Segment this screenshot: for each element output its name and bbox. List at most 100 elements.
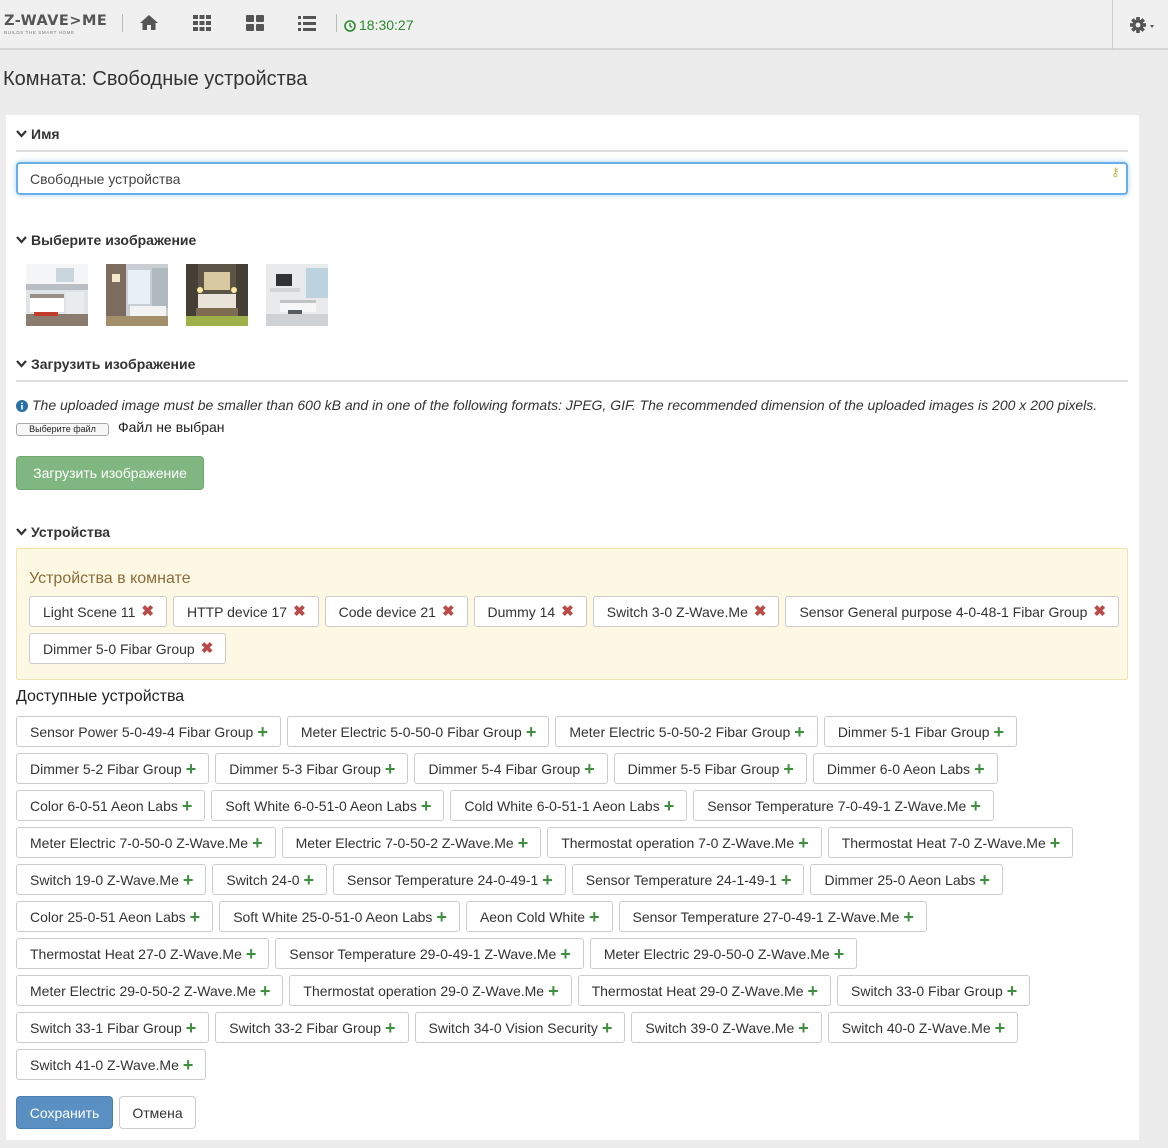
add-icon[interactable]: + xyxy=(182,797,193,815)
gear-icon[interactable] xyxy=(1129,16,1159,39)
room-device-chip[interactable]: Light Scene 11 ✖ xyxy=(29,596,167,627)
available-device-chip[interactable]: Thermostat Heat 29-0 Z-Wave.Me + xyxy=(577,975,831,1006)
add-icon[interactable]: + xyxy=(979,871,990,889)
section-devices-toggle[interactable]: Устройства xyxy=(16,523,110,540)
zwave-me-logo[interactable]: Z-WAVE>ME BUILDS THE SMART HOME xyxy=(4,14,107,36)
remove-icon[interactable]: ✖ xyxy=(442,604,455,619)
add-icon[interactable]: + xyxy=(903,908,914,926)
apps-grid-icon[interactable] xyxy=(192,13,212,33)
available-device-chip[interactable]: Aeon Cold White + xyxy=(465,901,613,932)
room-image-living-room[interactable] xyxy=(266,264,328,326)
available-device-chip[interactable]: Color 6-0-51 Aeon Labs + xyxy=(16,790,206,821)
available-device-chip[interactable]: Dimmer 5-5 Fibar Group + xyxy=(613,753,807,784)
cancel-button[interactable]: Отмена xyxy=(119,1096,196,1129)
section-upload-toggle[interactable]: Загрузить изображение xyxy=(16,355,195,372)
available-device-chip[interactable]: Soft White 6-0-51-0 Aeon Labs + xyxy=(211,790,445,821)
available-device-chip[interactable]: Dimmer 5-1 Fibar Group + xyxy=(823,716,1018,747)
upload-image-button[interactable]: Загрузить изображение xyxy=(16,456,204,490)
add-icon[interactable]: + xyxy=(548,982,559,1000)
remove-icon[interactable]: ✖ xyxy=(201,641,214,656)
home-icon[interactable] xyxy=(139,13,159,33)
add-icon[interactable]: + xyxy=(970,797,981,815)
available-device-chip[interactable]: Switch 24-0 + xyxy=(212,864,328,895)
dashboard-icon[interactable] xyxy=(245,13,265,33)
add-icon[interactable]: + xyxy=(304,871,315,889)
remove-icon[interactable]: ✖ xyxy=(561,604,574,619)
add-icon[interactable]: + xyxy=(798,1019,809,1037)
add-icon[interactable]: + xyxy=(183,1056,194,1074)
add-icon[interactable]: + xyxy=(526,723,537,741)
add-icon[interactable]: + xyxy=(385,760,396,778)
available-device-chip[interactable]: Switch 40-0 Z-Wave.Me + xyxy=(827,1012,1019,1043)
available-device-chip[interactable]: Meter Electric 29-0-50-0 Z-Wave.Me + xyxy=(589,938,858,969)
add-icon[interactable]: + xyxy=(994,723,1005,741)
available-device-chip[interactable]: Switch 33-0 Fibar Group + xyxy=(837,975,1031,1006)
add-icon[interactable]: + xyxy=(995,1019,1006,1037)
room-device-chip[interactable]: Switch 3-0 Z-Wave.Me ✖ xyxy=(592,596,780,627)
available-device-chip[interactable]: Meter Electric 7-0-50-0 Z-Wave.Me + xyxy=(16,827,276,858)
add-icon[interactable]: + xyxy=(560,945,571,963)
available-device-chip[interactable]: Thermostat Heat 27-0 Z-Wave.Me + xyxy=(16,938,270,969)
add-icon[interactable]: + xyxy=(781,871,792,889)
available-device-chip[interactable]: Cold White 6-0-51-1 Aeon Labs + xyxy=(450,790,688,821)
available-device-chip[interactable]: Sensor Power 5-0-49-4 Fibar Group + xyxy=(16,716,281,747)
room-device-chip[interactable]: Code device 21 ✖ xyxy=(324,596,468,627)
add-icon[interactable]: + xyxy=(260,982,271,1000)
add-icon[interactable]: + xyxy=(584,760,595,778)
available-device-chip[interactable]: Switch 33-2 Fibar Group + xyxy=(215,1012,409,1043)
available-device-chip[interactable]: Sensor Temperature 24-1-49-1 + xyxy=(571,864,805,895)
available-device-chip[interactable]: Soft White 25-0-51-0 Aeon Labs + xyxy=(219,901,460,932)
remove-icon[interactable]: ✖ xyxy=(141,604,154,619)
add-icon[interactable]: + xyxy=(436,908,447,926)
add-icon[interactable]: + xyxy=(542,871,553,889)
available-device-chip[interactable]: Meter Electric 7-0-50-2 Z-Wave.Me + xyxy=(281,827,542,858)
available-device-chip[interactable]: Meter Electric 5-0-50-0 Fibar Group + xyxy=(286,716,550,747)
add-icon[interactable]: + xyxy=(589,908,600,926)
available-device-chip[interactable]: Sensor Temperature 7-0-49-1 Z-Wave.Me + xyxy=(693,790,994,821)
add-icon[interactable]: + xyxy=(798,834,809,852)
room-image-kitchen[interactable] xyxy=(26,264,88,326)
available-device-chip[interactable]: Switch 19-0 Z-Wave.Me + xyxy=(16,864,207,895)
available-device-chip[interactable]: Meter Electric 29-0-50-2 Z-Wave.Me + xyxy=(16,975,284,1006)
save-button[interactable]: Сохранить xyxy=(16,1096,113,1129)
add-icon[interactable]: + xyxy=(183,871,194,889)
remove-icon[interactable]: ✖ xyxy=(1093,604,1106,619)
available-device-chip[interactable]: Switch 41-0 Z-Wave.Me + xyxy=(16,1049,207,1080)
room-device-chip[interactable]: Dummy 14 ✖ xyxy=(473,596,587,627)
add-icon[interactable]: + xyxy=(190,908,201,926)
available-device-chip[interactable]: Switch 33-1 Fibar Group + xyxy=(16,1012,210,1043)
available-device-chip[interactable]: Dimmer 5-4 Fibar Group + xyxy=(414,753,608,784)
room-device-chip[interactable]: Dimmer 5-0 Fibar Group ✖ xyxy=(29,633,227,664)
list-icon[interactable] xyxy=(297,13,317,33)
add-icon[interactable]: + xyxy=(186,1019,197,1037)
add-icon[interactable]: + xyxy=(807,982,818,1000)
available-device-chip[interactable]: Sensor Temperature 27-0-49-1 Z-Wave.Me + xyxy=(618,901,927,932)
room-image-bedroom[interactable] xyxy=(186,264,248,326)
available-device-chip[interactable]: Dimmer 25-0 Aeon Labs + xyxy=(810,864,1003,895)
add-icon[interactable]: + xyxy=(1007,982,1018,1000)
room-name-input[interactable] xyxy=(16,162,1128,195)
add-icon[interactable]: + xyxy=(246,945,257,963)
room-device-chip[interactable]: Sensor General purpose 4-0-48-1 Fibar Gr… xyxy=(785,596,1119,627)
remove-icon[interactable]: ✖ xyxy=(293,604,306,619)
available-device-chip[interactable]: Thermostat operation 29-0 Z-Wave.Me + xyxy=(289,975,572,1006)
available-device-chip[interactable]: Dimmer 5-3 Fibar Group + xyxy=(215,753,409,784)
available-device-chip[interactable]: Thermostat operation 7-0 Z-Wave.Me + xyxy=(547,827,822,858)
section-image-toggle[interactable]: Выберите изображение xyxy=(16,231,196,248)
add-icon[interactable]: + xyxy=(186,760,197,778)
add-icon[interactable]: + xyxy=(834,945,845,963)
add-icon[interactable]: + xyxy=(794,723,805,741)
add-icon[interactable]: + xyxy=(664,797,675,815)
available-device-chip[interactable]: Meter Electric 5-0-50-2 Fibar Group + xyxy=(555,716,818,747)
add-icon[interactable]: + xyxy=(602,1019,613,1037)
available-device-chip[interactable]: Sensor Temperature 29-0-49-1 Z-Wave.Me + xyxy=(275,938,584,969)
add-icon[interactable]: + xyxy=(257,723,268,741)
available-device-chip[interactable]: Switch 34-0 Vision Security + xyxy=(414,1012,626,1043)
available-device-chip[interactable]: Sensor Temperature 24-0-49-1 + xyxy=(333,864,566,895)
available-device-chip[interactable]: Switch 39-0 Z-Wave.Me + xyxy=(631,1012,822,1043)
add-icon[interactable]: + xyxy=(385,1019,396,1037)
add-icon[interactable]: + xyxy=(974,760,985,778)
room-image-bathroom[interactable] xyxy=(106,264,168,326)
available-device-chip[interactable]: Dimmer 5-2 Fibar Group + xyxy=(16,753,210,784)
add-icon[interactable]: + xyxy=(421,797,432,815)
